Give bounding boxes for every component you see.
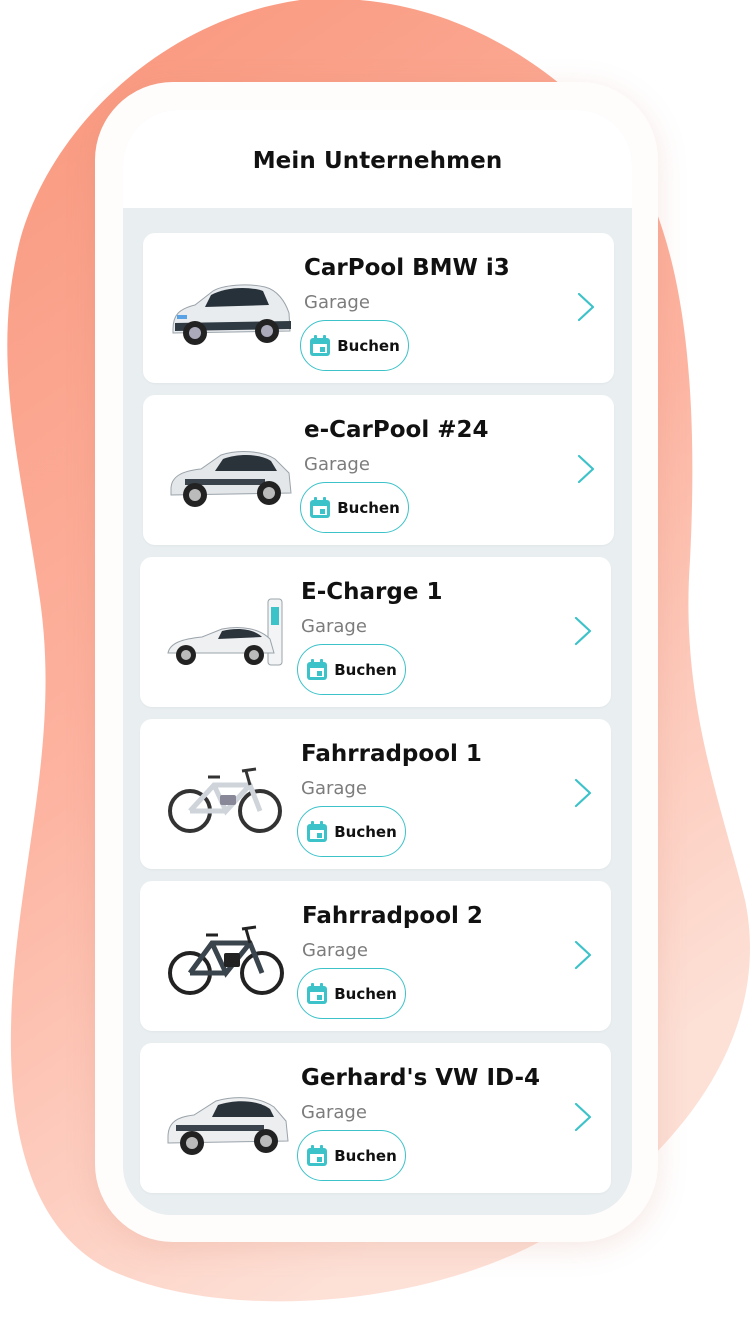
vehicle-card[interactable]: e-CarPool #24 Garage Buchen [143,395,614,545]
book-button[interactable]: Buchen [300,320,409,371]
chevron-right-icon[interactable] [575,291,597,323]
book-button[interactable]: Buchen [297,1130,406,1181]
book-button-label: Buchen [337,336,400,355]
vehicle-location: Garage [304,454,370,475]
chevron-right-icon[interactable] [572,615,594,647]
calendar-icon [310,496,331,518]
book-button[interactable]: Buchen [297,968,406,1019]
book-button[interactable]: Buchen [297,806,406,857]
book-button-label: Buchen [337,498,400,517]
vehicle-card[interactable]: CarPool BMW i3 Garage Buchen [143,233,614,383]
app-header: Mein Unternehmen [123,110,632,208]
vw-id3-car-icon [170,451,292,507]
page-title: Mein Unternehmen [252,147,503,174]
vehicle-location: Garage [302,940,368,961]
chevron-right-icon[interactable] [575,453,597,485]
vehicle-card[interactable]: Gerhard's VW ID-4 Garage Buchen [140,1043,611,1193]
vehicle-location: Garage [301,778,367,799]
vehicle-card[interactable]: Fahrradpool 1 Garage Buchen [140,719,611,869]
bmw-i3-car-icon [172,284,291,345]
vehicle-name: E-Charge 1 [301,579,443,605]
chevron-right-icon[interactable] [572,1101,594,1133]
calendar-icon [307,658,328,680]
book-button[interactable]: Buchen [300,482,409,533]
vehicle-name: Gerhard's VW ID-4 [301,1065,541,1091]
vehicle-name: e-CarPool #24 [304,417,489,443]
vehicle-location: Garage [301,616,367,637]
e-bike-dark-icon [168,925,284,995]
vw-id4-suv-icon [167,1097,289,1155]
calendar-icon [307,820,328,842]
charging-station-car-icon [167,598,283,666]
chevron-right-icon[interactable] [572,777,594,809]
calendar-icon [310,334,331,356]
vehicle-name: CarPool BMW i3 [304,255,510,281]
calendar-icon [307,982,328,1004]
calendar-icon [307,1144,328,1166]
vehicle-location: Garage [304,292,370,313]
e-bike-white-icon [168,767,282,833]
book-button-label: Buchen [334,984,397,1003]
vehicle-card[interactable]: E-Charge 1 Garage Buchen [140,557,611,707]
book-button-label: Buchen [334,1146,397,1165]
book-button-label: Buchen [334,822,397,841]
vehicle-name: Fahrradpool 2 [302,903,483,929]
book-button[interactable]: Buchen [297,644,406,695]
vehicle-card[interactable]: Fahrradpool 2 Garage Buchen [140,881,611,1031]
chevron-right-icon[interactable] [572,939,594,971]
vehicle-name: Fahrradpool 1 [301,741,482,767]
book-button-label: Buchen [334,660,397,679]
vehicle-location: Garage [301,1102,367,1123]
app-screen: Mein Unternehmen CarPool BMW i3 Garage B… [123,110,632,1215]
